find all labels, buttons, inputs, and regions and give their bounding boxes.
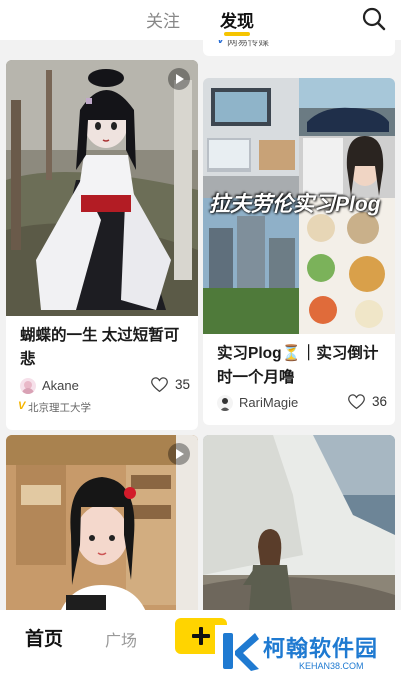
card-thumbnail[interactable] xyxy=(203,435,395,610)
video-badge-icon xyxy=(168,443,190,465)
watermark-name: 柯翰软件园 xyxy=(263,636,379,661)
org-label: 北京理工大学 xyxy=(28,402,91,414)
card-author-row[interactable]: RariMagie 36 xyxy=(217,393,387,413)
active-tab-indicator xyxy=(224,32,250,36)
cliff-photo xyxy=(203,435,395,610)
heart-icon[interactable] xyxy=(348,394,365,410)
cosplay-photo xyxy=(6,60,198,316)
feed-card[interactable]: 蝴蝶的一生 太过短暂可悲 Akane 35 V 北京理工大学 xyxy=(6,60,198,430)
feed-card[interactable]: 拉夫劳伦实习Plog 实习Plog⏳｜实习倒计时一个月噜 RariMagie 3… xyxy=(203,78,395,425)
like-count: 36 xyxy=(371,394,387,409)
avatar[interactable] xyxy=(20,378,36,394)
org-label: 网易传媒 xyxy=(227,40,269,48)
feed-card[interactable]: V 网易传媒 xyxy=(203,40,395,56)
feed-card[interactable] xyxy=(6,435,198,610)
feed-card[interactable] xyxy=(203,435,395,610)
like-count: 35 xyxy=(174,377,190,392)
app-root: 关注 发现 蝴蝶的一生 太过短暂可悲 Akane 35 V 北京理工大学 V 网… xyxy=(0,0,401,680)
verified-v-icon: V xyxy=(18,400,26,412)
portrait-photo xyxy=(6,435,198,610)
card-title[interactable]: 蝴蝶的一生 太过短暂可悲 xyxy=(20,324,186,372)
plus-icon-stem xyxy=(199,627,203,645)
tab-square[interactable]: 广场 xyxy=(105,627,137,651)
tab-follow[interactable]: 关注 xyxy=(146,7,180,32)
author-name[interactable]: RariMagie xyxy=(239,395,298,410)
card-title[interactable]: 实习Plog⏳｜实习倒计时一个月噜 xyxy=(217,342,383,390)
tab-discover[interactable]: 发现 xyxy=(220,7,254,32)
card-thumbnail[interactable] xyxy=(6,60,198,316)
top-nav-bar: 关注 发现 xyxy=(0,0,401,40)
discover-feed[interactable]: 蝴蝶的一生 太过短暂可悲 Akane 35 V 北京理工大学 V 网易传媒 拉夫… xyxy=(0,40,401,610)
tab-home[interactable]: 首页 xyxy=(25,624,63,651)
card-thumbnail[interactable]: 拉夫劳伦实习Plog xyxy=(203,78,395,334)
avatar[interactable] xyxy=(217,395,233,411)
kehan-logo-icon xyxy=(223,633,259,671)
site-watermark: 柯翰软件园 KEHAN38.COM xyxy=(215,625,401,680)
card-thumbnail[interactable] xyxy=(6,435,198,610)
author-name[interactable]: Akane xyxy=(42,378,79,393)
search-icon xyxy=(362,7,386,31)
heart-icon[interactable] xyxy=(151,377,168,393)
search-button[interactable] xyxy=(360,5,388,33)
cover-overlay-text: 拉夫劳伦实习Plog xyxy=(209,193,381,216)
video-badge-icon xyxy=(168,68,190,90)
card-author-row[interactable]: Akane 35 xyxy=(20,376,190,396)
verified-v-icon: V xyxy=(217,40,225,46)
watermark-url: KEHAN38.COM xyxy=(299,661,364,671)
